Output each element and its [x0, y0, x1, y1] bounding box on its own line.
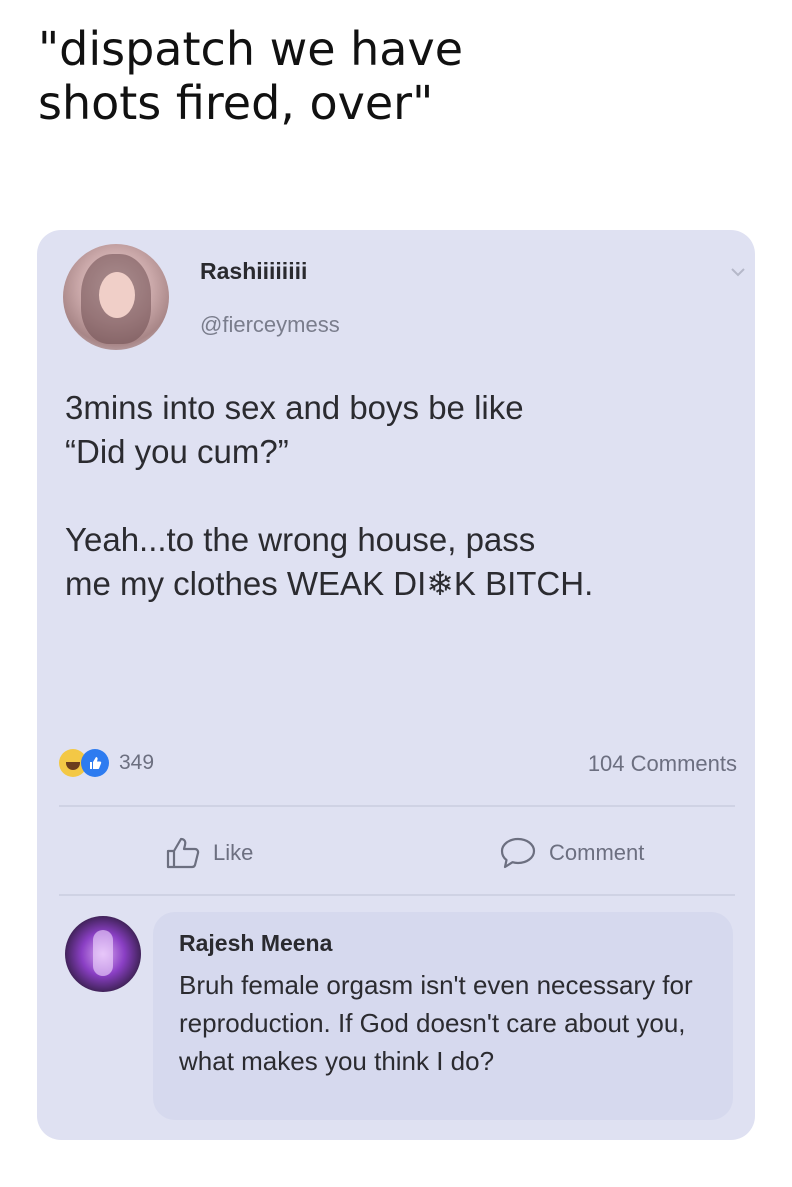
- comment-author[interactable]: Rajesh Meena: [179, 930, 332, 957]
- reaction-summary[interactable]: 349: [59, 748, 154, 778]
- facebook-post-card: Rashiiiiiiii @fierceymess 3mins into sex…: [37, 230, 755, 1140]
- comment-bubble: Rajesh Meena Bruh female orgasm isn't ev…: [153, 912, 733, 1120]
- author-handle: @fierceymess: [200, 312, 340, 337]
- like-reaction-icon: [81, 749, 109, 777]
- reaction-count: 349: [119, 751, 155, 774]
- chevron-down-icon[interactable]: [731, 264, 745, 278]
- comment-text: Bruh female orgasm isn't even necessary …: [179, 970, 693, 1076]
- meme-caption: "dispatch we have shots fired, over": [38, 22, 464, 130]
- divider: [59, 805, 735, 807]
- commenter-avatar[interactable]: [65, 916, 141, 992]
- like-label: Like: [213, 840, 254, 865]
- divider: [59, 894, 735, 896]
- post-text: 3mins into sex and boys be like “Did you…: [65, 389, 594, 602]
- comment-label: Comment: [549, 840, 645, 865]
- like-button[interactable]: Like: [165, 835, 253, 871]
- author-name[interactable]: Rashiiiiiiii: [200, 258, 307, 285]
- author-avatar[interactable]: [63, 244, 169, 350]
- speech-bubble-icon: [500, 837, 536, 869]
- thumbs-up-icon: [166, 837, 200, 869]
- comments-count-link[interactable]: 104 Comments: [588, 751, 737, 777]
- comment-button[interactable]: Comment: [499, 835, 644, 871]
